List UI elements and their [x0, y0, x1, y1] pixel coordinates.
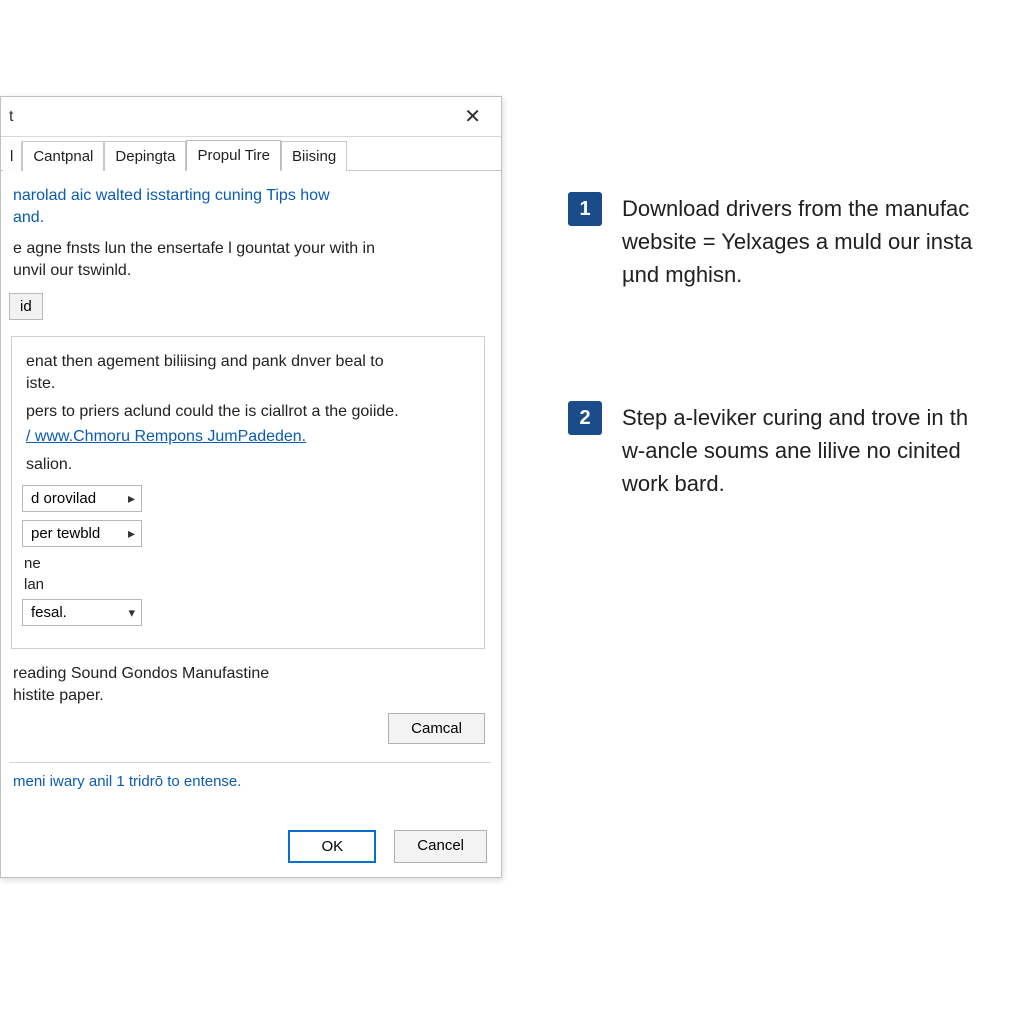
submenu-label: per tewbld — [31, 525, 100, 542]
cancel-button[interactable]: Cancel — [394, 830, 487, 863]
group-para-1: enat then agement biliising and pank dnv… — [26, 351, 470, 394]
step-text: Download drivers from the manufac websit… — [622, 192, 972, 291]
tab-fragment-left[interactable]: l — [3, 141, 22, 171]
intro-heading: narolad aic walted isstarting cuning Tip… — [13, 185, 487, 228]
step-2: 2 Step a-leviker curing and trove in th … — [568, 401, 1024, 500]
instruction-steps: 1 Download drivers from the manufac webs… — [568, 192, 1024, 610]
titlebar: t ✕ — [1, 97, 501, 137]
step-number-badge: 2 — [568, 401, 602, 435]
separator — [9, 762, 491, 763]
submenu-orovilad[interactable]: d orovilad — [22, 485, 142, 512]
footer-note: reading Sound Gondos Manufastine histite… — [13, 663, 487, 706]
fesal-dropdown[interactable]: fesal. — [22, 599, 142, 626]
tab-propul-tire[interactable]: Propul Tire — [186, 140, 281, 171]
group-para-3: salion. — [26, 454, 470, 476]
submenu-label: d orovilad — [31, 490, 96, 507]
intro-body: e agne fnsts lun the ensertafe l gountat… — [13, 238, 487, 281]
camcal-button[interactable]: Camcal — [388, 713, 485, 744]
settings-group: enat then agement biliising and pank dnv… — [11, 336, 485, 649]
tab-bising[interactable]: Biising — [281, 141, 347, 171]
step-number-badge: 1 — [568, 192, 602, 226]
step-text: Step a-leviker curing and trove in th w-… — [622, 401, 968, 500]
window-title: t — [9, 108, 13, 126]
close-icon[interactable]: ✕ — [456, 100, 489, 133]
step-1: 1 Download drivers from the manufac webs… — [568, 192, 1024, 291]
tab-panel: narolad aic walted isstarting cuning Tip… — [1, 171, 501, 830]
tab-strip: l Cantpnal Depingta Propul Tire Biising — [1, 137, 501, 171]
ok-button[interactable]: OK — [288, 830, 376, 863]
group-para-2: pers to priers aclund could the is ciall… — [26, 401, 470, 423]
help-link[interactable]: / www.Chmoru Rempons JumPadeden. — [26, 428, 306, 445]
tab-depingta[interactable]: Depingta — [104, 141, 186, 171]
tab-cantpnal[interactable]: Cantpnal — [22, 141, 104, 171]
properties-dialog: t ✕ l Cantpnal Depingta Propul Tire Biis… — [0, 96, 502, 878]
dialog-button-row: OK Cancel — [1, 830, 501, 877]
field-label-lan: lan — [24, 576, 474, 593]
field-label-ne: ne — [24, 555, 474, 572]
submenu-tewbld[interactable]: per tewbld — [22, 520, 142, 547]
blue-footnote: meni iwary anil 1 tridrō to entense. — [13, 773, 487, 790]
id-button[interactable]: id — [9, 293, 43, 320]
dropdown-value: fesal. — [31, 604, 67, 621]
